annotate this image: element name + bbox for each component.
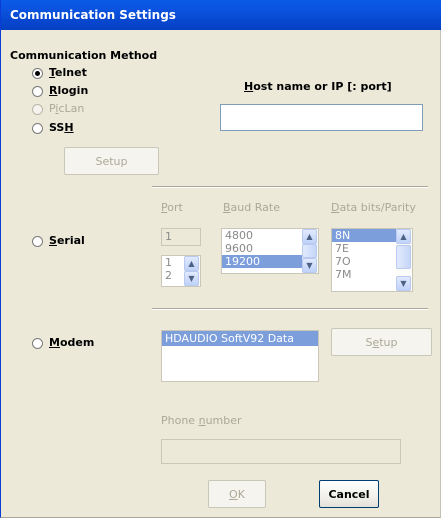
modem-label: Modem bbox=[49, 336, 95, 349]
piclan-label: PicLan bbox=[49, 102, 85, 115]
port-list[interactable]: 1 2 ▲ ▼ bbox=[161, 255, 201, 287]
scroll-thumb[interactable] bbox=[396, 245, 411, 269]
rlogin-radio-option[interactable]: Rlogin bbox=[32, 84, 122, 99]
modem-list[interactable]: HDAUDIO SoftV92 Data bbox=[161, 330, 319, 382]
ssh-radio-option[interactable]: SSH bbox=[32, 121, 122, 136]
baud-rate-option-selected[interactable]: 19200 bbox=[222, 255, 304, 268]
ssh-setup-label: Setup bbox=[95, 154, 128, 168]
scroll-thumb[interactable] bbox=[302, 244, 317, 258]
serial-radio-option[interactable]: Serial bbox=[32, 234, 112, 249]
scroll-down-icon[interactable]: ▼ bbox=[302, 258, 317, 273]
host-label: Host name or IP [: port] bbox=[244, 80, 392, 93]
scroll-up-icon[interactable]: ▲ bbox=[184, 256, 199, 271]
ssh-setup-button: Setup bbox=[64, 147, 159, 175]
ssh-radio-button[interactable] bbox=[32, 123, 43, 134]
modem-radio-button[interactable] bbox=[32, 338, 43, 349]
scroll-up-icon[interactable]: ▲ bbox=[302, 229, 317, 244]
title-bar[interactable]: Communication Settings bbox=[1, 0, 441, 30]
scroll-up-icon[interactable]: ▲ bbox=[396, 229, 411, 244]
phone-number-input bbox=[161, 439, 401, 464]
port-scrollbar[interactable]: ▲ ▼ bbox=[184, 256, 200, 286]
port-value-field: 1 bbox=[161, 228, 201, 246]
piclan-radio-button bbox=[32, 104, 43, 115]
ssh-label: SSH bbox=[49, 121, 74, 134]
communication-method-heading: Communication Method bbox=[10, 49, 158, 62]
telnet-radio-option[interactable]: Telnet bbox=[32, 66, 122, 81]
baud-rate-list[interactable]: 4800 9600 19200 ▲ ▼ bbox=[221, 228, 319, 274]
baud-rate-header: Baud Rate bbox=[223, 201, 280, 214]
serial-label: Serial bbox=[49, 234, 85, 247]
data-bits-parity-list[interactable]: 8N 7E 7O 7M ▲ ▼ bbox=[331, 228, 413, 292]
serial-radio-button[interactable] bbox=[32, 236, 43, 247]
phone-number-label: Phone number bbox=[161, 414, 242, 427]
telnet-label: Telnet bbox=[49, 66, 87, 79]
data-bits-parity-header: Data bits/Parity bbox=[331, 201, 416, 214]
window-title: Communication Settings bbox=[10, 8, 176, 22]
port-header: Port bbox=[161, 201, 183, 214]
rlogin-radio-button[interactable] bbox=[32, 86, 43, 97]
cancel-button[interactable]: Cancel bbox=[319, 480, 379, 508]
port-value: 1 bbox=[165, 230, 172, 243]
ok-label: OK bbox=[229, 487, 245, 501]
baud-rate-scrollbar[interactable]: ▲ ▼ bbox=[302, 229, 318, 273]
separator-bottom bbox=[152, 308, 428, 310]
modem-list-item-selected[interactable]: HDAUDIO SoftV92 Data bbox=[162, 331, 318, 346]
modem-setup-label: Setup bbox=[365, 335, 398, 349]
data-bits-option-selected[interactable]: 8N bbox=[332, 229, 398, 242]
data-bits-scrollbar[interactable]: ▲ ▼ bbox=[396, 229, 412, 291]
scroll-down-icon[interactable]: ▼ bbox=[396, 276, 411, 291]
modem-radio-option[interactable]: Modem bbox=[32, 336, 112, 351]
communication-settings-dialog: Communication Settings Communication Met… bbox=[0, 0, 441, 518]
piclan-radio-option: PicLan bbox=[32, 102, 122, 117]
rlogin-label: Rlogin bbox=[49, 84, 89, 97]
scroll-down-icon[interactable]: ▼ bbox=[184, 271, 199, 286]
modem-setup-button: Setup bbox=[331, 328, 432, 356]
ok-button: OK bbox=[208, 480, 266, 508]
separator-top bbox=[152, 186, 428, 188]
host-input[interactable] bbox=[220, 104, 423, 131]
cancel-label: Cancel bbox=[328, 487, 370, 501]
telnet-radio-button[interactable] bbox=[32, 68, 43, 79]
